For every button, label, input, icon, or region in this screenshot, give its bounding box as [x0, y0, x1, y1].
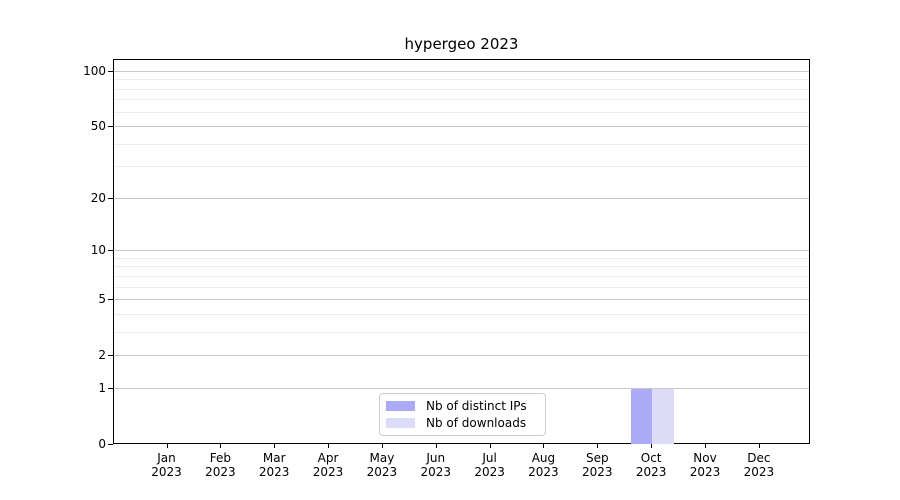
minor-gridline — [114, 112, 809, 113]
major-gridline — [114, 355, 809, 356]
y-tick-mark — [108, 299, 113, 300]
x-tick-label: Apr2023 — [300, 451, 356, 479]
major-gridline — [114, 198, 809, 199]
major-gridline — [114, 71, 809, 72]
legend: Nb of distinct IPs Nb of downloads — [379, 393, 546, 436]
minor-gridline — [114, 266, 809, 267]
legend-item-distinct-ips: Nb of distinct IPs — [386, 401, 539, 411]
x-tick-mark — [167, 444, 168, 448]
legend-swatch-downloads — [386, 418, 415, 428]
y-tick-mark — [108, 355, 113, 356]
minor-gridline — [114, 166, 809, 167]
chart-title: hypergeo 2023 — [113, 35, 810, 53]
x-tick-mark — [543, 444, 544, 448]
bar-downloads — [652, 389, 674, 444]
x-tick-mark — [597, 444, 598, 448]
x-tick-label: Sep2023 — [569, 451, 625, 479]
major-gridline — [114, 250, 809, 251]
x-tick-mark — [382, 444, 383, 448]
y-tick-label: 100 — [36, 64, 106, 78]
x-tick-label: Feb2023 — [192, 451, 248, 479]
x-tick-mark — [705, 444, 706, 448]
plot-area — [113, 59, 810, 444]
minor-gridline — [114, 314, 809, 315]
x-tick-label: Aug2023 — [515, 451, 571, 479]
y-tick-label: 0 — [36, 437, 106, 451]
x-tick-mark — [274, 444, 275, 448]
y-tick-label: 5 — [36, 292, 106, 306]
y-tick-mark — [108, 126, 113, 127]
y-tick-label: 10 — [36, 243, 106, 257]
x-tick-label: Nov2023 — [677, 451, 733, 479]
major-gridline — [114, 126, 809, 127]
minor-gridline — [114, 258, 809, 259]
legend-label-distinct-ips: Nb of distinct IPs — [426, 400, 527, 412]
bar-distinct-ips — [631, 389, 653, 444]
y-tick-mark — [108, 250, 113, 251]
y-tick-mark — [108, 71, 113, 72]
x-tick-mark — [220, 444, 221, 448]
minor-gridline — [114, 144, 809, 145]
minor-gridline — [114, 276, 809, 277]
minor-gridline — [114, 99, 809, 100]
y-tick-label: 2 — [36, 348, 106, 362]
legend-label-downloads: Nb of downloads — [426, 417, 526, 429]
x-tick-label: May2023 — [354, 451, 410, 479]
x-tick-label: Mar2023 — [246, 451, 302, 479]
y-tick-mark — [108, 444, 113, 445]
minor-gridline — [114, 287, 809, 288]
minor-gridline — [114, 332, 809, 333]
x-tick-mark — [759, 444, 760, 448]
x-tick-label: Dec2023 — [731, 451, 787, 479]
legend-item-downloads: Nb of downloads — [386, 418, 539, 428]
x-tick-label: Jun2023 — [408, 451, 464, 479]
x-tick-mark — [436, 444, 437, 448]
x-tick-mark — [651, 444, 652, 448]
minor-gridline — [114, 89, 809, 90]
x-tick-label: Jul2023 — [462, 451, 518, 479]
major-gridline — [114, 299, 809, 300]
x-tick-mark — [328, 444, 329, 448]
minor-gridline — [114, 79, 809, 80]
x-tick-label: Jan2023 — [139, 451, 195, 479]
legend-swatch-distinct-ips — [386, 401, 415, 411]
y-tick-mark — [108, 198, 113, 199]
chart-canvas: hypergeo 2023 0 1 2 5 10 20 50 100 Jan2023Feb20… — [0, 0, 900, 500]
y-tick-mark — [108, 388, 113, 389]
x-tick-label: Oct2023 — [623, 451, 679, 479]
major-gridline — [114, 388, 809, 389]
y-tick-label: 1 — [36, 381, 106, 395]
y-tick-label: 20 — [36, 191, 106, 205]
x-tick-mark — [490, 444, 491, 448]
y-tick-label: 50 — [36, 119, 106, 133]
